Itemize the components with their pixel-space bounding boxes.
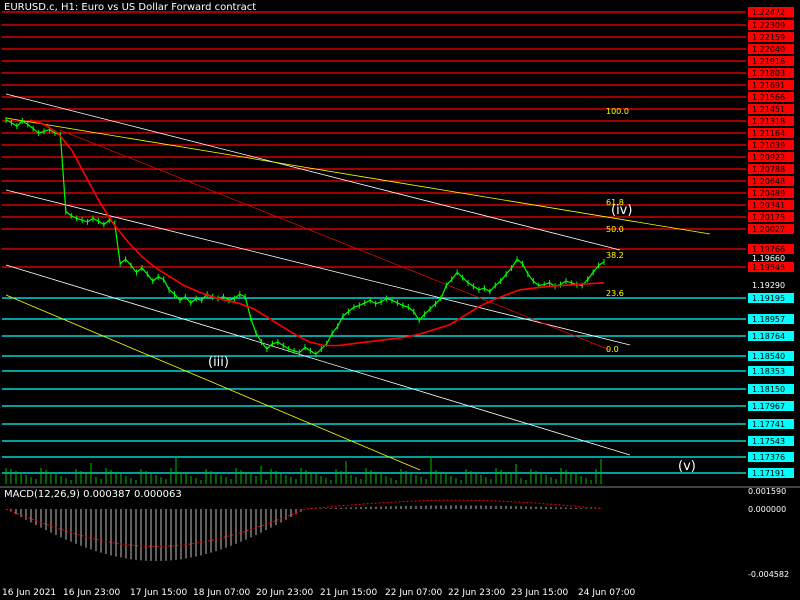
price-label: 1.18540	[752, 352, 785, 361]
fib-label: 23.6	[606, 289, 624, 298]
price-label: 1.21318	[752, 117, 785, 126]
time-axis: 16 Jun 2021 16 Jun 23:00 17 Jun 15:00 18 Ju…	[2, 588, 635, 598]
price-label: 1.20489	[752, 189, 785, 198]
price-label: 1.18150	[752, 385, 785, 394]
fibonacci-labels: 100.061.850.038.223.60.0	[606, 107, 629, 354]
price-series	[5, 117, 605, 358]
time-label: 20 Jun 23:00	[256, 588, 313, 598]
time-label: 16 Jun 2021	[2, 588, 56, 598]
price-label: 1.19545	[752, 263, 785, 272]
price-label: 1.21803	[752, 69, 785, 78]
time-label: 18 Jun 07:00	[193, 588, 250, 598]
time-label: 22 Jun 23:00	[448, 588, 505, 598]
volume-bars	[5, 456, 602, 484]
price-label: 1.19195	[752, 294, 785, 303]
elliott-wave-labels: (iii) (iv) (v)	[208, 203, 696, 474]
macd-label: MACD(12,26,9) 0.000387 0.000063	[4, 489, 182, 500]
price-label: 1.20922	[752, 153, 785, 162]
price-label: 1.18353	[752, 367, 785, 376]
price-label: 1.22472	[752, 8, 785, 17]
horizontal-levels	[2, 11, 746, 474]
time-label: 22 Jun 07:00	[385, 588, 442, 598]
wave-label: (iii)	[208, 355, 229, 370]
price-label: 1.17967	[752, 402, 785, 411]
price-label: 1.20027	[752, 225, 785, 234]
macd-axis-label: 0.001590	[748, 487, 786, 496]
price-label: 1.18957	[752, 315, 785, 324]
channel-line	[5, 294, 421, 471]
price-label: 1.19660	[752, 254, 785, 263]
price-label: 1.22309	[752, 21, 785, 30]
price-label: 1.19766	[752, 245, 785, 254]
macd-axis-label: 0.000000	[748, 505, 786, 514]
price-label: 1.20175	[752, 213, 785, 222]
price-axis: 1.22472 1.22309 1.22159 1.22040 1.21916 1.218…	[746, 0, 800, 484]
price-label: 1.20788	[752, 165, 785, 174]
trend-channels	[5, 93, 711, 471]
time-label: 21 Jun 15:00	[320, 588, 377, 598]
price-label: 1.18764	[752, 332, 785, 341]
time-label: 16 Jun 23:00	[63, 588, 120, 598]
price-label: 1.22159	[752, 33, 785, 42]
time-label: 17 Jun 15:00	[130, 588, 187, 598]
macd-axis-label: -0.004582	[748, 570, 789, 579]
price-label: 1.21916	[752, 57, 785, 66]
wave-label: (v)	[678, 459, 696, 474]
fib-label: 100.0	[606, 107, 629, 116]
fib-label: 50.0	[606, 225, 624, 234]
macd-panel: 0.001590 0.000000 -0.004582	[0, 486, 800, 586]
price-label: 1.17376	[752, 453, 785, 462]
price-label: 1.20648	[752, 177, 785, 186]
fib-label: 0.0	[606, 345, 619, 354]
price-label: 1.22040	[752, 45, 785, 54]
price-label: 1.17191	[752, 469, 785, 478]
fib-label: 38.2	[606, 251, 624, 260]
price-label: 1.19290	[752, 281, 785, 290]
price-label: 1.17543	[752, 437, 785, 446]
price-label: 1.21566	[752, 93, 785, 102]
price-label: 1.21451	[752, 105, 785, 114]
macd-signal-line	[5, 499, 602, 547]
channel-line	[59, 129, 611, 351]
price-label: 1.17741	[752, 420, 785, 429]
time-label: 23 Jun 15:00	[511, 588, 568, 598]
price-label: 1.21164	[752, 129, 785, 138]
price-chart: 100.061.850.038.223.60.0 (iii)(iv)(v) 1.…	[0, 0, 800, 598]
wave-label: (iv)	[611, 203, 632, 218]
price-label: 1.20341	[752, 201, 785, 210]
chart-title: EURUSD.c, H1: Euro vs US Dollar Forward …	[4, 2, 257, 13]
price-label: 1.21039	[752, 141, 785, 150]
price-label: 1.21691	[752, 81, 785, 90]
time-label: 24 Jun 07:00	[578, 588, 635, 598]
channel-line	[5, 93, 621, 251]
